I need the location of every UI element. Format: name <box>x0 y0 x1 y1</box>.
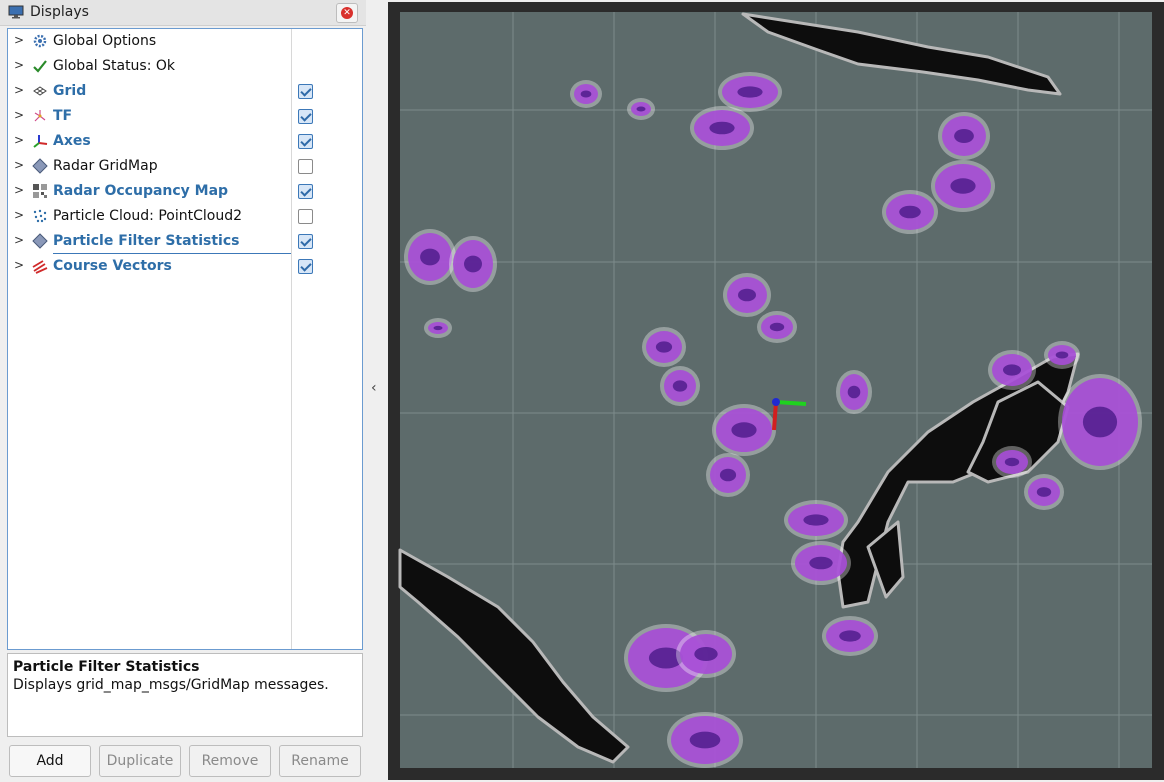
remove-button[interactable]: Remove <box>189 745 271 777</box>
display-item-grid[interactable]: > Grid <box>8 79 362 104</box>
gridmap-icon <box>32 233 48 249</box>
enable-checkbox[interactable] <box>298 84 313 99</box>
axes-x-arrow <box>775 400 807 406</box>
expand-arrow-icon[interactable]: > <box>14 58 26 74</box>
display-label: Axes <box>53 133 91 149</box>
expand-arrow-icon[interactable]: > <box>14 33 26 49</box>
display-item-tf[interactable]: > TF <box>8 104 362 129</box>
particle-cluster <box>992 446 1032 478</box>
particle-cluster <box>660 366 700 406</box>
particle-cluster <box>822 616 878 656</box>
axes-y-arrow <box>772 401 778 431</box>
expand-arrow-icon[interactable]: > <box>14 83 26 99</box>
enable-checkbox[interactable] <box>298 159 313 174</box>
particle-cluster <box>1024 474 1064 510</box>
enable-checkbox[interactable] <box>298 209 313 224</box>
display-item-global-options[interactable]: > Global Options <box>8 29 362 54</box>
axes-origin <box>772 398 780 406</box>
particle-cluster <box>642 327 686 367</box>
expand-arrow-icon[interactable]: > <box>14 233 26 249</box>
display-label: Radar GridMap <box>53 158 158 174</box>
particle-cluster <box>667 712 743 768</box>
display-label: Global Options <box>53 33 157 49</box>
displays-titlebar: Displays ✕ <box>0 0 366 26</box>
gear-icon <box>33 34 47 48</box>
duplicate-button[interactable]: Duplicate <box>99 745 181 777</box>
expand-arrow-icon[interactable]: > <box>14 133 26 149</box>
displays-panel: Displays ✕ > Global Options > Global Sta… <box>0 0 366 782</box>
particle-cluster <box>784 500 848 540</box>
render-viewport[interactable] <box>388 2 1164 780</box>
description-text: Displays grid_map_msgs/GridMap messages. <box>13 677 329 693</box>
particle-cluster <box>836 370 872 414</box>
enable-checkbox[interactable] <box>298 184 313 199</box>
display-item-axes[interactable]: > Axes <box>8 129 362 154</box>
particle-cluster <box>627 98 655 120</box>
display-label: Particle Cloud: PointCloud2 <box>53 208 242 224</box>
enable-checkbox[interactable] <box>298 234 313 249</box>
description-box: Particle Filter Statistics Displays grid… <box>7 653 363 737</box>
checkmark-icon <box>33 60 47 73</box>
particle-cluster <box>1044 341 1080 369</box>
display-label: Particle Filter Statistics <box>53 233 240 249</box>
close-button[interactable]: ✕ <box>336 3 358 23</box>
expand-arrow-icon[interactable]: > <box>14 158 26 174</box>
particle-cluster <box>404 229 456 285</box>
particle-cluster <box>424 318 452 338</box>
close-icon: ✕ <box>341 7 353 19</box>
grid-icon <box>33 86 47 96</box>
particle-cluster <box>882 190 938 234</box>
rename-button[interactable]: Rename <box>279 745 361 777</box>
display-label: Radar Occupancy Map <box>53 183 229 199</box>
particle-cluster <box>988 350 1036 390</box>
collapse-arrow-icon[interactable]: ‹ <box>371 380 377 396</box>
expand-arrow-icon[interactable]: > <box>14 208 26 224</box>
particle-cluster <box>706 453 750 497</box>
particle-cluster <box>570 80 602 108</box>
particle-cluster <box>449 236 497 292</box>
enable-checkbox[interactable] <box>298 109 313 124</box>
particle-cluster <box>723 273 771 317</box>
panel-title: Displays <box>30 4 89 20</box>
particle-cluster <box>791 541 851 585</box>
display-item-global-status[interactable]: > Global Status: Ok <box>8 54 362 79</box>
enable-checkbox[interactable] <box>298 259 313 274</box>
display-item-radar-gridmap[interactable]: > Radar GridMap <box>8 154 362 179</box>
expand-arrow-icon[interactable]: > <box>14 183 26 199</box>
display-item-course-vectors[interactable]: > Course Vectors <box>8 254 362 279</box>
axes-icon <box>33 135 48 148</box>
particle-cluster <box>676 630 736 678</box>
particle-cluster <box>712 404 776 456</box>
display-item-particle-filter-statistics[interactable]: > Particle Filter Statistics <box>8 229 362 254</box>
gridmap-icon <box>32 158 48 174</box>
display-label: Grid <box>53 83 87 99</box>
particle-cluster <box>718 72 782 112</box>
display-label: Course Vectors <box>53 258 172 274</box>
monitor-icon <box>8 5 24 19</box>
expand-arrow-icon[interactable]: > <box>14 108 26 124</box>
pointcloud-icon <box>33 209 47 223</box>
particle-cluster <box>757 311 797 343</box>
arrows-icon <box>32 260 48 274</box>
display-label: TF <box>53 108 73 124</box>
add-button[interactable]: Add <box>9 745 91 777</box>
display-item-radar-occupancy-map[interactable]: > Radar Occupancy Map <box>8 179 362 204</box>
description-title: Particle Filter Statistics <box>13 659 200 675</box>
occupancy-map-view[interactable] <box>388 2 1164 780</box>
panel-splitter[interactable]: ‹ <box>366 0 388 782</box>
expand-arrow-icon[interactable]: > <box>14 258 26 274</box>
display-item-particle-cloud[interactable]: > Particle Cloud: PointCloud2 <box>8 204 362 229</box>
particle-cluster <box>1058 374 1142 470</box>
tf-icon <box>34 110 46 122</box>
displays-tree: > Global Options > Global Status: Ok > G… <box>7 28 363 650</box>
display-label: Global Status: Ok <box>53 58 176 74</box>
enable-checkbox[interactable] <box>298 134 313 149</box>
particle-cluster <box>690 106 754 150</box>
particle-cluster <box>931 160 995 212</box>
particle-cluster <box>938 112 990 160</box>
occupancy-map-icon <box>33 184 47 198</box>
